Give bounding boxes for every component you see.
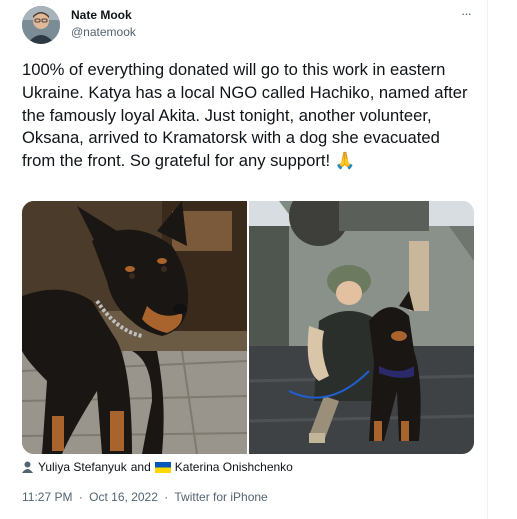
tagged-users: Yuliya Stefanyuk and Katerina Onishchenk… xyxy=(22,460,293,474)
tweet-time[interactable]: 11:27 PM xyxy=(22,490,72,504)
author-handle[interactable]: @natemook xyxy=(71,25,136,39)
tweet-source[interactable]: Twitter for iPhone xyxy=(174,490,267,504)
column-border xyxy=(487,0,488,519)
tags-conjunction: and xyxy=(130,460,151,474)
tagged-user-link[interactable]: Yuliya Stefanyuk xyxy=(38,460,127,474)
photo-dog-doberman[interactable] xyxy=(22,201,247,454)
person-icon xyxy=(22,461,33,473)
author-display-name[interactable]: Nate Mook xyxy=(71,8,132,22)
author-avatar[interactable] xyxy=(22,6,60,44)
photo-volunteer-with-dog[interactable] xyxy=(249,201,474,454)
tweet-media xyxy=(22,201,474,454)
tweet-text: 100% of everything donated will go to th… xyxy=(22,60,468,171)
person-avatar-icon xyxy=(22,6,60,44)
meta-separator: · xyxy=(78,490,83,504)
tweet-date[interactable]: Oct 16, 2022 xyxy=(89,490,158,504)
meta-separator: · xyxy=(164,490,169,504)
ukraine-flag-icon xyxy=(154,461,171,473)
tweet-metadata: 11:27 PM · Oct 16, 2022 · Twitter for iP… xyxy=(22,490,268,504)
tagged-user-link[interactable]: Katerina Onishchenko xyxy=(175,460,293,474)
more-options-button[interactable]: ··· xyxy=(456,6,476,24)
more-horizontal-icon: ··· xyxy=(461,6,472,21)
